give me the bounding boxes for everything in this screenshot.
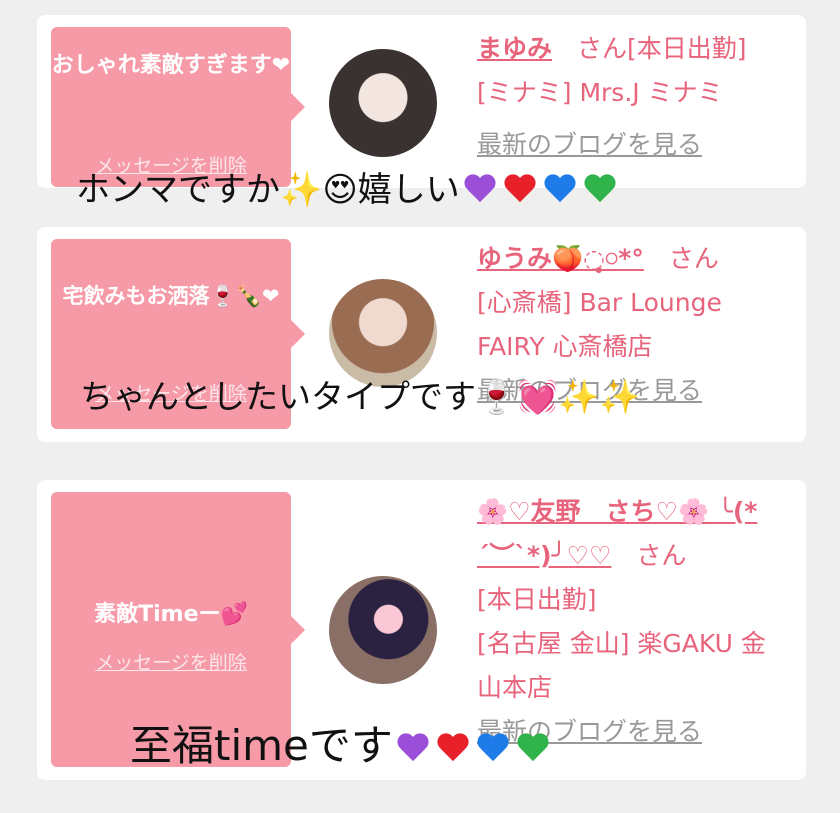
shop-name[interactable]: [ミナミ] Mrs.J ミナミ: [477, 71, 786, 115]
red-heart-icon: [436, 734, 470, 764]
message-text: 素敵Timeー💕: [94, 602, 248, 627]
caption-text: ホンマですか✨😍嬉しい: [76, 170, 460, 210]
shop-name[interactable]: [心斎橋] Bar Lounge FAIRY 心斎橋店: [477, 281, 786, 369]
green-heart-icon: [583, 175, 617, 205]
message-text: 宅飲みもお洒落🍷🍾❤: [62, 284, 280, 308]
purple-heart-icon: [463, 175, 497, 205]
avatar[interactable]: [329, 49, 437, 157]
latest-blog-link[interactable]: 最新のブログを見る: [477, 123, 786, 167]
avatar[interactable]: [329, 576, 437, 684]
blue-heart-icon: [476, 734, 510, 764]
caption-overlay: 至福timeです: [130, 712, 553, 773]
profile-name[interactable]: まゆみ: [477, 34, 552, 63]
status-badge: [本日出勤]: [477, 585, 597, 614]
honorific: さん: [636, 541, 687, 570]
honorific: さん: [577, 34, 628, 63]
green-heart-icon: [516, 734, 550, 764]
caption-overlay: ちゃんとしたいタイプです🍷💓✨✨: [80, 370, 640, 418]
profile-name[interactable]: 🌸♡友野 さち♡🌸 ╰(*´︶`*)╯♡♡: [477, 497, 757, 570]
blue-heart-icon: [543, 175, 577, 205]
caption-overlay: ホンマですか✨😍嬉しい: [76, 162, 620, 211]
message-text: おしゃれ素敵すぎます❤: [51, 53, 291, 78]
profile-info: まゆみ さん[本日出勤] [ミナミ] Mrs.J ミナミ 最新のブログを見る: [477, 27, 786, 167]
delete-message-link[interactable]: メッセージを削除: [51, 648, 291, 675]
status-badge: [本日出勤]: [627, 34, 747, 63]
purple-heart-icon: [396, 734, 430, 764]
red-heart-icon: [503, 175, 537, 205]
profile-name[interactable]: ゆうみ🍑◌̥̥𓏸*°: [477, 244, 644, 273]
caption-text: ちゃんとしたいタイプです🍷💓✨✨: [80, 377, 641, 416]
honorific: さん: [668, 244, 719, 273]
caption-text: 至福timeです: [130, 721, 393, 770]
shop-name[interactable]: [名古屋 金山] 楽GAKU 金山本店: [477, 622, 786, 710]
